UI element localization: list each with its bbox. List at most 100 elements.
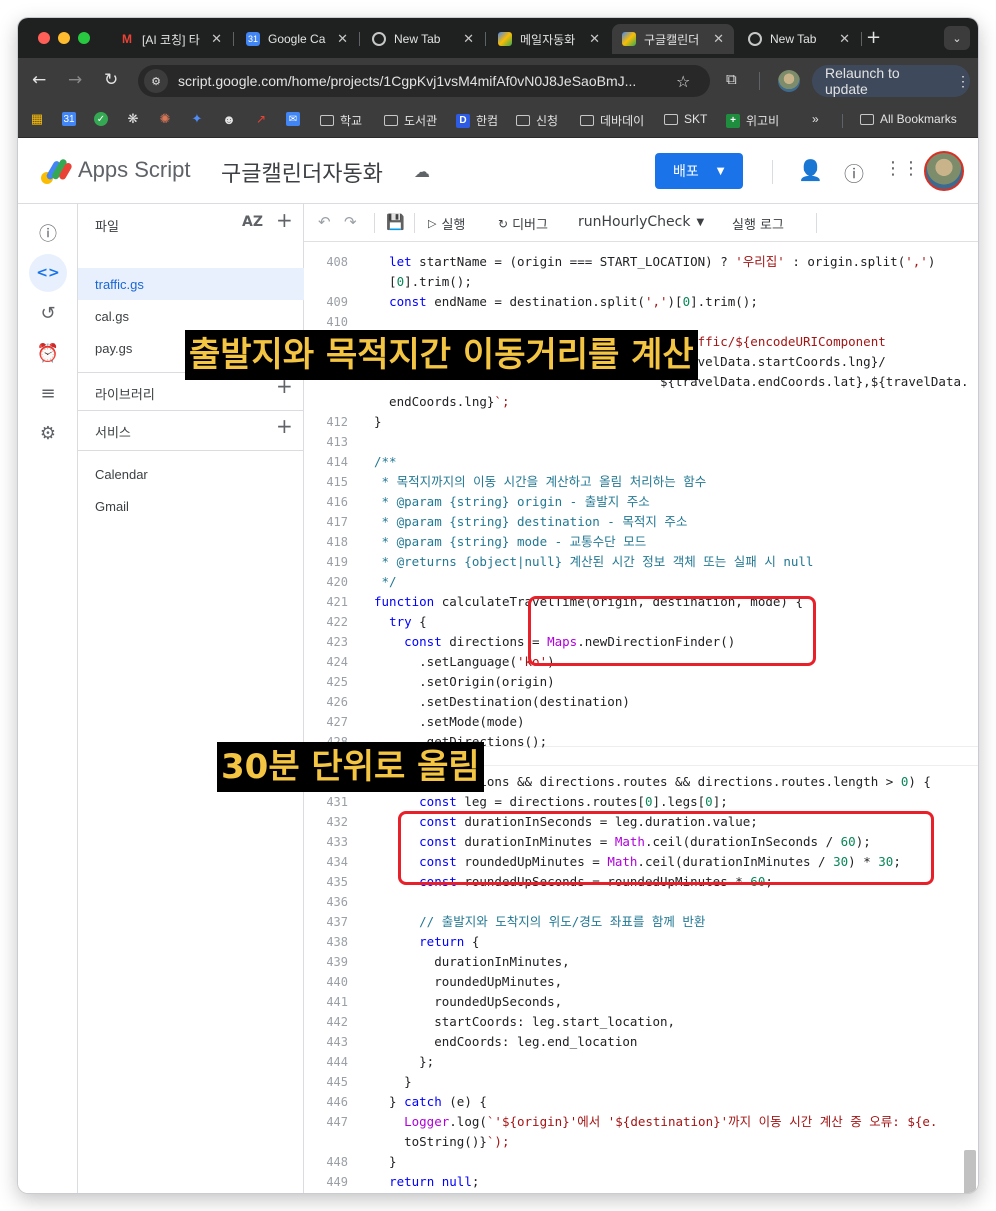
- more-bookmarks-button[interactable]: »: [812, 112, 819, 126]
- code-line: 448 }: [304, 1152, 978, 1172]
- gemini-bookmark-icon[interactable]: ✦: [190, 111, 210, 126]
- code-text: // 출발지와 도착지의 위도/경도 좌표를 함께 반환: [374, 914, 706, 929]
- undo-icon[interactable]: ↶: [318, 213, 331, 231]
- code-text: } catch (e) {: [374, 1094, 487, 1109]
- highlight-box-rounding: [398, 811, 934, 885]
- bookmark-folder-school[interactable]: 학교: [320, 112, 362, 129]
- code-text: /**: [374, 454, 397, 469]
- add-service-icon[interactable]: +: [276, 414, 293, 438]
- address-bar[interactable]: ⚙ script.google.com/home/projects/1CgpKv…: [138, 65, 710, 97]
- code-line: 449 return null;: [304, 1172, 978, 1192]
- browser-tab[interactable]: 메일자동화 ✕: [488, 24, 610, 54]
- browser-tab[interactable]: 31 Google Ca ✕: [236, 24, 358, 54]
- close-tab-icon[interactable]: ✕: [211, 31, 222, 47]
- file-item[interactable]: cal.gs: [78, 300, 304, 332]
- bookmark-hancom[interactable]: D 한컴: [456, 112, 498, 129]
- line-number: 423: [326, 635, 348, 649]
- account-avatar[interactable]: [924, 151, 964, 191]
- executions-list-icon[interactable]: ≡: [29, 374, 67, 412]
- minimize-window-button[interactable]: [58, 32, 70, 44]
- code-text: roundedUpSeconds,: [374, 994, 563, 1009]
- deploy-button[interactable]: 배포 ▼: [655, 153, 743, 189]
- bookmark-folder-skt[interactable]: SKT: [664, 112, 707, 126]
- profile-avatar[interactable]: [778, 70, 800, 92]
- apps-script-icon: [622, 32, 636, 46]
- close-tab-icon[interactable]: ✕: [713, 31, 724, 47]
- code-editor[interactable]: 408 let startName = (origin === START_LO…: [304, 242, 978, 1193]
- back-arrow-icon[interactable]: ←: [32, 70, 46, 90]
- line-number: 408: [326, 255, 348, 269]
- deploy-label: 배포: [673, 164, 699, 180]
- help-icon[interactable]: ⓘ: [844, 158, 864, 187]
- service-item[interactable]: Calendar: [78, 458, 304, 490]
- apps-grid-icon[interactable]: ⋮⋮: [884, 158, 920, 179]
- bookmark-folder-devday[interactable]: 데바데이: [580, 112, 644, 129]
- close-window-button[interactable]: [38, 32, 50, 44]
- code-line: 415 * 목적지까지의 이동 시간을 계산하고 올림 처리하는 함수: [304, 472, 978, 492]
- code-text: }: [374, 414, 382, 429]
- run-button[interactable]: ▷ 실행: [428, 214, 465, 233]
- alarm-triggers-icon[interactable]: ⏰: [29, 334, 67, 372]
- execution-log-button[interactable]: 실행 로그: [732, 214, 784, 233]
- editor-code-icon[interactable]: <>: [29, 254, 67, 292]
- check-bookmark-icon[interactable]: ✓: [94, 112, 114, 126]
- browser-tab-active[interactable]: 구글캘린더 ✕: [612, 24, 734, 54]
- log-label: 실행 로그: [732, 218, 784, 233]
- browser-tab[interactable]: New Tab ✕: [738, 24, 860, 54]
- service-item[interactable]: Gmail: [78, 490, 304, 522]
- bookmark-wegovy[interactable]: + 위고비: [726, 112, 779, 129]
- code-text: const endName = destination.split(',')[0…: [389, 294, 758, 309]
- new-tab-icon[interactable]: +: [866, 27, 881, 48]
- redo-icon[interactable]: ↷: [344, 213, 357, 231]
- bookmark-label: 데바데이: [600, 114, 645, 128]
- caption-distance: 출발지와 목적지간 이동거리를 계산: [185, 330, 698, 380]
- trend-bookmark-icon[interactable]: ↗: [254, 112, 274, 126]
- code-text: try {: [389, 614, 427, 629]
- openai-bookmark-icon[interactable]: ❋: [126, 111, 146, 126]
- tab-title: New Tab: [394, 32, 441, 46]
- line-number: 447: [326, 1115, 348, 1129]
- all-bookmarks-button[interactable]: All Bookmarks: [860, 112, 957, 126]
- face-bookmark-icon[interactable]: ☻: [222, 112, 242, 127]
- code-text: }: [374, 1192, 382, 1193]
- calendar-bookmark-icon[interactable]: 31: [62, 112, 82, 126]
- relaunch-button[interactable]: Relaunch to update ⋮: [812, 65, 970, 97]
- line-number: 450: [304, 1192, 348, 1193]
- browser-tab[interactable]: M [AI 코칭] 타 ✕: [110, 24, 232, 54]
- bookmark-folder-apply[interactable]: 신청: [516, 112, 558, 129]
- close-tab-icon[interactable]: ✕: [589, 31, 600, 47]
- function-select[interactable]: runHourlyCheck ▼: [578, 214, 704, 230]
- close-tab-icon[interactable]: ✕: [463, 31, 474, 47]
- settings-gear-icon[interactable]: ⚙: [29, 414, 67, 452]
- add-file-icon[interactable]: +: [276, 208, 293, 232]
- close-tab-icon[interactable]: ✕: [337, 31, 348, 47]
- bookmark-folder-library[interactable]: 도서관: [384, 112, 437, 129]
- code-line: 417 * @param {string} destination - 목적지 …: [304, 512, 978, 532]
- tab-search-chevron-icon[interactable]: ⌄: [944, 26, 970, 50]
- file-item[interactable]: traffic.gs: [78, 268, 304, 300]
- bookmark-label: All Bookmarks: [880, 112, 957, 126]
- code-line: 439 durationInMinutes,: [304, 952, 978, 972]
- forward-arrow-icon[interactable]: →: [68, 70, 82, 90]
- code-line: 414 /**: [304, 452, 978, 472]
- reload-icon[interactable]: ↻: [104, 70, 118, 90]
- code-text: toString()}`);: [374, 1134, 510, 1149]
- bookmark-star-icon[interactable]: ☆: [676, 72, 690, 91]
- debug-button[interactable]: ↻ 디버그: [498, 214, 548, 234]
- close-tab-icon[interactable]: ✕: [839, 31, 850, 47]
- overview-info-icon[interactable]: ⓘ: [29, 214, 67, 252]
- project-title[interactable]: 구글캘린더자동화: [221, 156, 383, 188]
- maximize-window-button[interactable]: [78, 32, 90, 44]
- claude-bookmark-icon[interactable]: ✺: [158, 111, 178, 126]
- save-icon[interactable]: 💾: [386, 213, 405, 231]
- history-icon[interactable]: ↺: [29, 294, 67, 332]
- mail-bookmark-icon[interactable]: ✉: [286, 112, 306, 126]
- browser-tab[interactable]: New Tab ✕: [362, 24, 484, 54]
- line-number: 412: [326, 415, 348, 429]
- site-settings-icon[interactable]: ⚙: [144, 69, 168, 93]
- sort-az-icon[interactable]: AZ: [242, 214, 263, 230]
- line-number: 433: [326, 835, 348, 849]
- extensions-icon[interactable]: ⧉: [726, 70, 737, 88]
- apps-grid-icon[interactable]: ▦: [30, 111, 50, 126]
- add-person-icon[interactable]: 👤: [798, 158, 823, 182]
